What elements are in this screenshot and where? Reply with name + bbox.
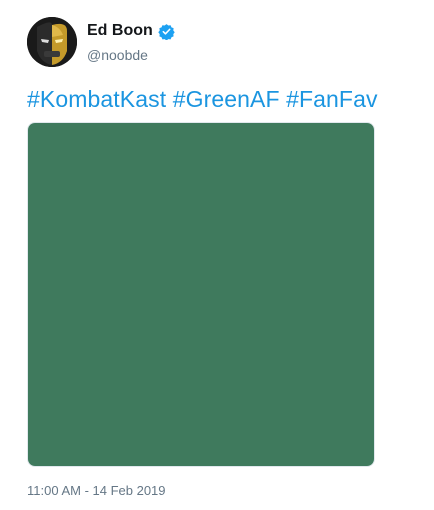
tweet-media-image[interactable] — [27, 122, 375, 467]
verified-badge-icon — [158, 23, 175, 40]
tweet-card: Ed Boon @noobde #KombatKast #GreenAF #Fa… — [0, 0, 434, 510]
green-image — [28, 123, 374, 466]
name-row: Ed Boon — [87, 20, 175, 42]
tweet-timestamp[interactable]: 11:00 AM - 14 Feb 2019 — [27, 482, 166, 500]
hashtag-link[interactable]: #FanFav — [286, 86, 377, 112]
masked-face-avatar-icon — [27, 17, 77, 67]
hashtag-link[interactable]: #KombatKast — [27, 86, 166, 112]
author-display-name[interactable]: Ed Boon — [87, 20, 153, 42]
author-info: Ed Boon @noobde — [87, 20, 175, 65]
author-handle[interactable]: @noobde — [87, 45, 175, 65]
author-avatar[interactable] — [27, 17, 77, 67]
tweet-text: #KombatKast #GreenAF #FanFav — [27, 84, 378, 114]
hashtag-link[interactable]: #GreenAF — [173, 86, 280, 112]
